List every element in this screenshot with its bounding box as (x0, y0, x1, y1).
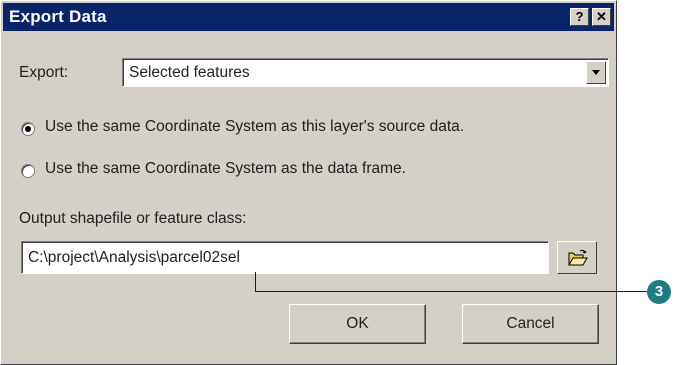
output-path-value: C:\project\Analysis\parcel02sel (28, 249, 240, 266)
radio-source-data[interactable] (21, 122, 35, 136)
close-button[interactable]: ✕ (592, 8, 611, 26)
callout-leader-line (255, 272, 647, 292)
help-button[interactable]: ? (570, 8, 589, 26)
radio-data-frame-label[interactable]: Use the same Coordinate System as the da… (45, 160, 406, 178)
export-label: Export: (19, 64, 69, 81)
radio-source-data-label[interactable]: Use the same Coordinate System as this l… (45, 118, 464, 136)
browse-button[interactable] (557, 241, 597, 274)
callout-step-badge: 3 (647, 280, 671, 304)
dialog-title: Export Data (9, 7, 107, 26)
title-bar[interactable]: Export Data ? ✕ (3, 3, 614, 31)
export-dropdown[interactable]: Selected features (122, 58, 609, 87)
ok-button[interactable]: OK (289, 304, 426, 344)
chevron-down-icon[interactable] (586, 61, 606, 84)
export-dropdown-value: Selected features (129, 64, 250, 81)
output-label: Output shapefile or feature class: (19, 210, 247, 227)
cancel-button[interactable]: Cancel (462, 304, 599, 344)
radio-data-frame[interactable] (21, 164, 35, 178)
open-folder-icon (568, 249, 588, 266)
output-path-input[interactable]: C:\project\Analysis\parcel02sel (21, 241, 549, 274)
export-data-dialog: Export Data ? ✕ Export: Selected feature… (0, 0, 617, 365)
